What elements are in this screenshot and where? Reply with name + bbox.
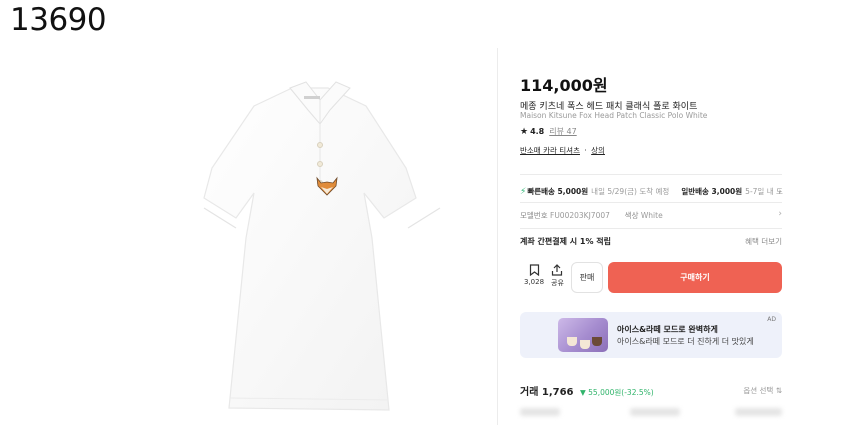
product-name-english: Maison Kitsune Fox Head Patch Classic Po… (520, 111, 708, 120)
ad-badge: AD (767, 316, 776, 323)
ad-banner[interactable]: 아이스&라떼 모드로 완벽하게 아이스&라떼 모드로 더 진하게 더 맛있게 A… (520, 312, 782, 358)
model-number-value: FU00203KJ7007 (550, 211, 610, 220)
category-separator: · (584, 146, 587, 155)
bolt-icon: ⚡ (520, 186, 527, 197)
star-icon: ★ (520, 126, 529, 137)
fast-shipping-label: 빠른배송 5,000원 (527, 187, 589, 196)
shipping-options[interactable]: ⚡ 빠른배송 5,000원 내일 5/29(금) 도착 예정 일반배송 3,00… (520, 186, 783, 197)
product-price: 114,000원 (520, 76, 608, 95)
product-rating: ★ 4.8 리뷰 47 (520, 126, 577, 137)
ad-thumbnail (558, 318, 608, 352)
normal-shipping-label: 일반배송 3,000원 (681, 187, 743, 196)
polo-shirt-image (203, 81, 441, 411)
option-select-button[interactable]: 옵션 선택 ⇅ (743, 385, 782, 396)
color-label: 색상 (624, 211, 639, 220)
color-value: White (640, 211, 663, 220)
category-breadcrumb: 반소매 카라 티셔츠 · 상의 (520, 145, 605, 156)
coffee-cup-icon (580, 340, 590, 349)
coffee-cup-icon (567, 337, 577, 346)
bookmark-button[interactable]: 3,028 (524, 264, 544, 286)
trade-summary: 거래 1,766 ▼ 55,000원(-32.5%) 옵션 선택 ⇅ (520, 383, 782, 398)
category-main-link[interactable]: 반소매 카라 티셔츠 (520, 146, 580, 155)
model-color-row[interactable]: 모델번호 FU00203KJ7007 색상 White › (520, 209, 782, 221)
benefit-more-link[interactable]: 혜택 더보기 (745, 236, 782, 247)
chevron-right-icon[interactable]: › (778, 187, 782, 197)
share-label: 공유 (551, 279, 564, 287)
price-change: ▼ 55,000원(-32.5%) (580, 388, 654, 397)
share-button[interactable]: 공유 (551, 264, 564, 288)
ad-subtitle: 아이스&라떼 모드로 더 진하게 더 맛있게 (617, 337, 754, 346)
trade-count: 거래 1,766 (520, 387, 574, 398)
share-icon (552, 264, 563, 276)
reviews-link[interactable]: 리뷰 47 (549, 126, 576, 137)
purchase-actions: 3,028 공유 판매 구매하기 (520, 262, 782, 294)
buy-button[interactable]: 구매하기 (608, 262, 782, 293)
column-divider (497, 48, 498, 425)
rating-score: 4.8 (530, 127, 545, 136)
product-image (160, 48, 490, 418)
ad-title: 아이스&라떼 모드로 완벽하게 (617, 325, 718, 334)
divider (520, 174, 782, 175)
chevron-right-icon[interactable]: › (778, 209, 782, 219)
category-sub-link[interactable]: 상의 (591, 146, 605, 155)
divider (520, 202, 782, 203)
fast-shipping-eta: 내일 5/29(금) 도착 예정 (591, 187, 670, 196)
coffee-cup-icon (592, 337, 602, 346)
bookmark-count: 3,028 (524, 278, 545, 286)
bookmark-icon (529, 264, 539, 276)
divider (520, 228, 782, 229)
trade-history-row (520, 404, 782, 420)
page-id-label: 13690 (10, 2, 107, 38)
payment-benefit-row: 계좌 간편결제 시 1% 적립 혜택 더보기 (520, 236, 782, 247)
benefit-text: 계좌 간편결제 시 1% 적립 (520, 237, 611, 246)
model-number-label: 모델번호 (520, 211, 548, 220)
normal-shipping-eta: 5-7일 내 도 (745, 187, 783, 196)
sell-button[interactable]: 판매 (571, 262, 603, 293)
